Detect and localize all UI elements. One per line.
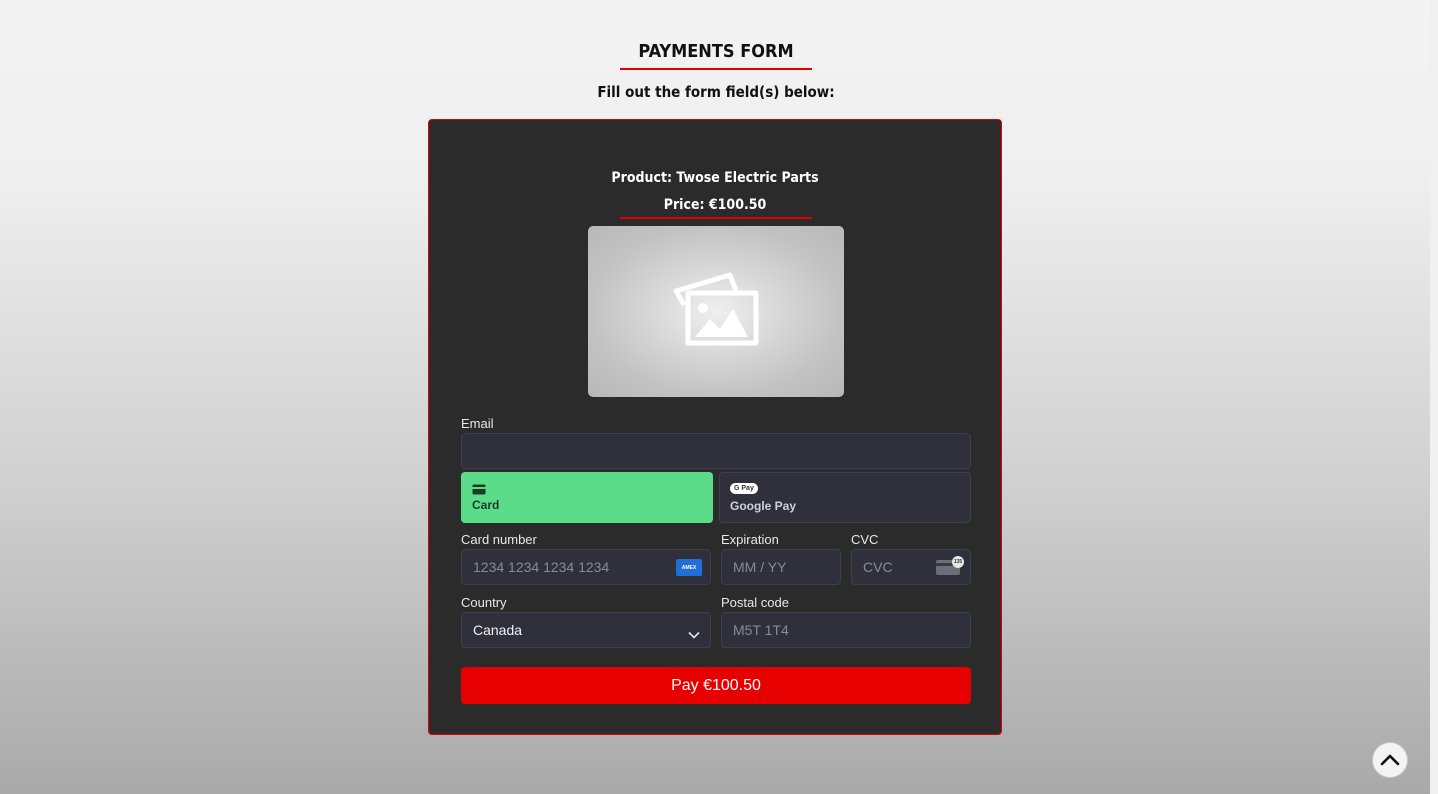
postal-code-placeholder: M5T 1T4 — [733, 622, 789, 638]
cvc-field[interactable]: CVC 135 — [851, 549, 971, 585]
chevron-up-icon — [1380, 751, 1400, 770]
product-name: Product: Twose Electric Parts — [611, 170, 819, 186]
payment-method-card-tab[interactable]: Card — [461, 472, 713, 523]
google-pay-tab-label: Google Pay — [730, 499, 797, 513]
cvc-card-icon: 135 — [936, 556, 964, 575]
payment-panel: Product: Twose Electric Parts Price: €10… — [428, 119, 1002, 735]
title-underline — [620, 68, 812, 70]
google-pay-icon: G Pay — [730, 483, 758, 494]
card-number-field[interactable]: 1234 1234 1234 1234 AMEX — [461, 549, 711, 585]
postal-code-field[interactable]: M5T 1T4 — [721, 612, 971, 648]
card-tab-label: Card — [472, 498, 500, 512]
postal-code-label: Postal code — [721, 595, 789, 610]
cvc-label: CVC — [851, 532, 879, 547]
price-underline — [620, 217, 812, 219]
pay-button[interactable]: Pay €100.50 — [461, 667, 971, 704]
payment-method-google-pay-tab[interactable]: G Pay Google Pay — [719, 472, 971, 523]
email-label: Email — [461, 416, 494, 431]
card-number-label: Card number — [461, 532, 537, 547]
product-image — [588, 226, 844, 397]
scroll-to-top-button[interactable] — [1372, 742, 1408, 778]
photo-placeholder-icon — [670, 271, 762, 353]
country-select[interactable]: Canada — [461, 612, 711, 648]
page-subtitle: Fill out the form field(s) below: — [597, 83, 835, 101]
card-number-placeholder: 1234 1234 1234 1234 — [473, 559, 610, 575]
country-value: Canada — [473, 622, 523, 638]
email-field[interactable] — [461, 433, 971, 469]
amex-icon: AMEX — [676, 559, 702, 576]
product-price: Price: €100.50 — [663, 197, 767, 213]
country-label: Country — [461, 595, 507, 610]
credit-card-icon — [472, 484, 486, 498]
page-title: PAYMENTS FORM — [638, 41, 794, 62]
page-scrollbar[interactable] — [1430, 0, 1438, 794]
expiration-field[interactable]: MM / YY — [721, 549, 841, 585]
cvc-number-badge: 135 — [952, 556, 964, 568]
cvc-placeholder: CVC — [863, 559, 893, 575]
expiration-label: Expiration — [721, 532, 779, 547]
expiration-placeholder: MM / YY — [733, 559, 787, 575]
chevron-down-icon — [688, 626, 700, 642]
